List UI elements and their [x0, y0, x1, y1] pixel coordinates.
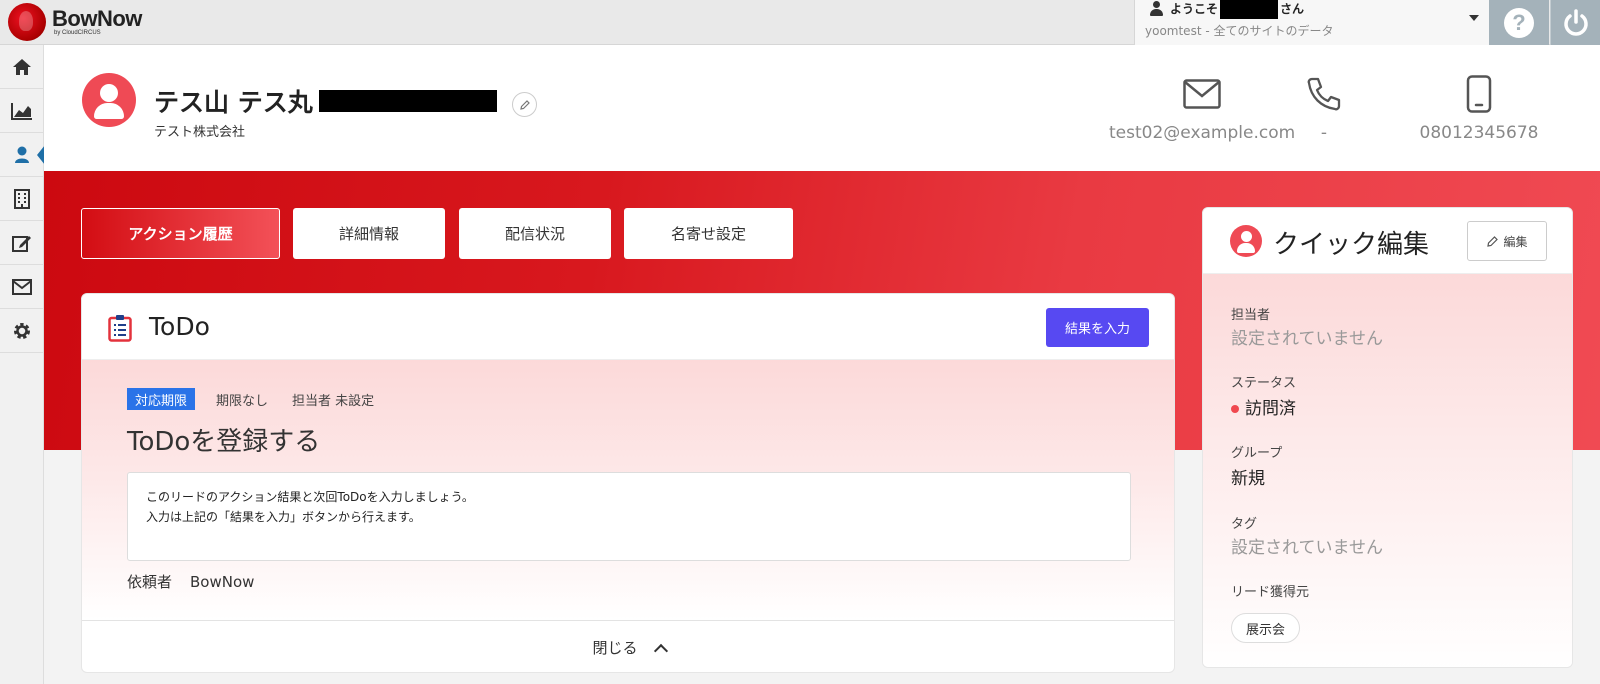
nav-analytics[interactable]	[0, 89, 44, 133]
quick-edit-title: クイック編集	[1273, 230, 1430, 260]
home-icon	[13, 58, 31, 75]
brand-logo[interactable]: BowNow by CloudCIRCUS	[8, 3, 142, 41]
todo-note: このリードのアクション結果と次回ToDoを入力しましょう。 入力は上記の「結果を…	[127, 472, 1131, 561]
todo-body: 対応期限 期限なし 担当者 未設定 ToDoを登録する このリードのアクション結…	[82, 360, 1174, 620]
owner-value[interactable]: 設定されていません	[1231, 324, 1383, 349]
edit-note-icon	[12, 235, 31, 252]
lead-avatar	[82, 73, 136, 127]
brand-name: BowNow	[52, 6, 142, 31]
site-scope: yoomtest - 全てのサイトのデータ	[1145, 24, 1334, 38]
mobile-phone-icon	[1466, 75, 1492, 113]
nav-mail[interactable]	[0, 265, 44, 309]
group-label: グループ	[1231, 446, 1283, 461]
quick-edit-button[interactable]: 編集	[1467, 221, 1547, 261]
top-bar: BowNow by CloudCIRCUS ようこそ さん yoomtest - …	[0, 0, 1600, 45]
lead-header: テス山 テス丸 テスト株式会社 test02@example.com - 080…	[44, 45, 1600, 171]
logout-button[interactable]	[1550, 0, 1600, 45]
user-icon	[1149, 1, 1163, 17]
mobile-value: 08012345678	[1419, 123, 1539, 143]
tab-action-history[interactable]: アクション履歴	[81, 208, 280, 259]
gear-icon	[14, 322, 30, 339]
todo-title: ToDo	[149, 312, 210, 341]
quick-edit-header: クイック編集 編集	[1203, 208, 1572, 274]
quick-edit-body: 担当者 設定されていません ステータス 訪問済 グループ 新規 タグ 設定されて…	[1203, 274, 1572, 667]
tag-label: タグ	[1231, 517, 1258, 532]
nav-companies[interactable]	[0, 177, 44, 221]
status-label: ステータス	[1231, 376, 1297, 391]
owner-label: 担当者	[1231, 308, 1271, 323]
requester: 依頼者 BowNow	[127, 571, 254, 592]
help-button[interactable]: ?	[1489, 0, 1549, 45]
user-menu[interactable]: ようこそ さん yoomtest - 全てのサイトのデータ	[1134, 0, 1489, 45]
requester-label: 依頼者	[127, 573, 173, 591]
redacted-username	[1220, 0, 1279, 19]
contact-mobile[interactable]: 08012345678	[1399, 73, 1559, 143]
user-icon	[15, 146, 29, 163]
phone-value: -	[1320, 123, 1328, 143]
close-toggle[interactable]: 閉じる	[82, 620, 1174, 672]
tab-details[interactable]: 詳細情報	[293, 208, 445, 259]
enter-result-button[interactable]: 結果を入力	[1046, 308, 1149, 347]
deadline-value: 期限なし	[216, 394, 269, 409]
nav-leads[interactable]	[0, 133, 45, 177]
email-value: test02@example.com	[1109, 123, 1296, 143]
source-tag[interactable]: 展示会	[1231, 613, 1301, 643]
help-icon: ?	[1504, 7, 1534, 38]
lead-name: テス山 テス丸	[154, 83, 497, 119]
close-label: 閉じる	[592, 639, 638, 657]
nav-forms[interactable]	[0, 221, 44, 265]
group-value[interactable]: 新規	[1231, 464, 1265, 489]
todo-heading: ToDoを登録する	[127, 427, 321, 457]
status-dot	[1231, 405, 1239, 413]
contact-phone[interactable]: -	[1289, 73, 1359, 143]
tag-value[interactable]: 設定されていません	[1231, 533, 1383, 558]
nav-settings[interactable]	[0, 309, 44, 353]
nav-home[interactable]	[0, 45, 44, 89]
phone-icon	[1307, 77, 1341, 111]
quick-edit-card: クイック編集 編集 担当者 設定されていません ステータス 訪問済 グループ 新…	[1202, 207, 1573, 668]
requester-value: BowNow	[190, 573, 255, 591]
pencil-icon	[519, 99, 530, 110]
deadline-badge: 対応期限	[127, 388, 196, 410]
pencil-icon	[1487, 235, 1499, 247]
redacted-name	[318, 90, 497, 112]
chart-icon	[11, 102, 32, 120]
building-icon	[14, 188, 30, 209]
caret-down-icon	[1469, 15, 1479, 21]
mail-icon	[1182, 79, 1221, 109]
left-sidebar	[0, 45, 45, 684]
clipboard-icon	[108, 315, 132, 342]
tab-delivery-status[interactable]: 配信状況	[459, 208, 611, 259]
source-label: リード獲得元	[1231, 585, 1310, 600]
chevron-up-icon	[653, 643, 668, 658]
edit-name-button[interactable]	[512, 92, 537, 117]
logo-mark-icon	[8, 3, 46, 41]
welcome-text: ようこそ さん	[1170, 0, 1304, 19]
company-name: テスト株式会社	[154, 125, 246, 140]
power-icon	[1563, 8, 1588, 36]
quick-edit-user-icon	[1230, 225, 1262, 257]
mail-icon	[12, 278, 32, 295]
contact-email[interactable]: test02@example.com	[1109, 73, 1296, 143]
todo-card: ToDo 結果を入力 対応期限 期限なし 担当者 未設定 ToDoを登録する こ…	[81, 293, 1175, 673]
todo-header: ToDo 結果を入力	[82, 294, 1174, 360]
status-value[interactable]: 訪問済	[1231, 394, 1296, 419]
tab-merge-settings[interactable]: 名寄せ設定	[624, 208, 793, 259]
assignee-value: 担当者 未設定	[292, 394, 375, 409]
